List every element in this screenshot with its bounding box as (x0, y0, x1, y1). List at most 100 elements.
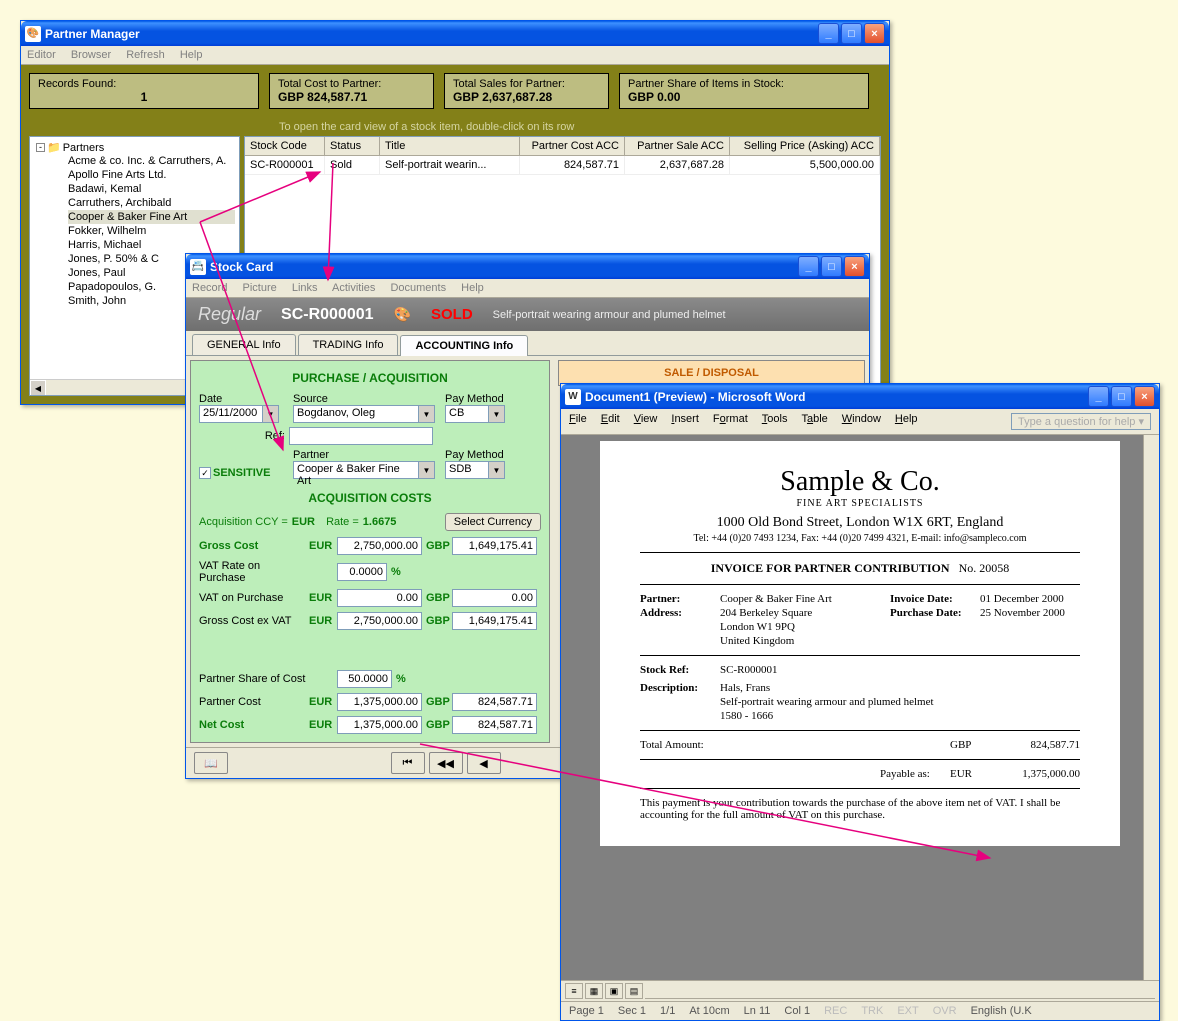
view-normal-icon[interactable]: ≡ (565, 983, 583, 999)
view-outline-icon[interactable]: ▤ (625, 983, 643, 999)
nav-prev-button[interactable]: ◀ (467, 752, 501, 774)
partner-label: Partner: (640, 593, 720, 605)
tab-trading[interactable]: TRADING Info (298, 334, 399, 355)
maximize-button[interactable]: □ (1111, 386, 1132, 407)
partner-input[interactable]: Cooper & Baker Fine Art▼ (293, 461, 435, 479)
pshare-input[interactable] (337, 670, 392, 688)
chevron-down-icon[interactable]: ▼ (419, 461, 435, 479)
word-document-area[interactable]: Sample & Co. FINE ART SPECIALISTS 1000 O… (561, 435, 1159, 980)
tree-root-label[interactable]: Partners (63, 142, 105, 154)
pcost-gbp-input[interactable] (452, 693, 537, 711)
menu-picture[interactable]: Picture (243, 282, 277, 294)
date-input[interactable]: 25/11/2000▼ (199, 405, 279, 423)
menu-edit[interactable]: Edit (601, 413, 620, 430)
col-status[interactable]: Status (325, 137, 380, 155)
tree-collapse-icon[interactable]: - (36, 143, 45, 152)
col-partner-cost[interactable]: Partner Cost ACC (520, 137, 625, 155)
menu-file[interactable]: File (569, 413, 587, 430)
menu-refresh[interactable]: Refresh (126, 49, 165, 61)
menu-help[interactable]: Help (180, 49, 203, 61)
menu-window[interactable]: Window (842, 413, 881, 430)
menu-help[interactable]: Help (461, 282, 484, 294)
menu-table[interactable]: Table (801, 413, 827, 430)
nav-first-button[interactable]: ⏮ (391, 752, 425, 774)
tree-item[interactable]: Apollo Fine Arts Ltd. (68, 168, 235, 182)
sensitive-checkbox[interactable]: ✓ (199, 467, 211, 479)
acq-ccy-value: EUR (292, 516, 315, 528)
tree-item[interactable]: Carruthers, Archibald (68, 196, 235, 210)
minimize-button[interactable]: _ (1088, 386, 1109, 407)
menu-help[interactable]: Help (895, 413, 918, 430)
minimize-button[interactable]: _ (818, 23, 839, 44)
tree-item[interactable]: Badawi, Kemal (68, 182, 235, 196)
select-currency-button[interactable]: Select Currency (445, 513, 541, 531)
grid-row[interactable]: SC-R000001 Sold Self-portrait wearin... … (245, 156, 880, 175)
word-titlebar[interactable]: W Document1 (Preview) - Microsoft Word _… (561, 384, 1159, 409)
sc-titlebar[interactable]: 📇 Stock Card _ □ × (186, 254, 869, 279)
minimize-button[interactable]: _ (798, 256, 819, 277)
records-found-box: Records Found: 1 (29, 73, 259, 109)
gross-ex-eur-input[interactable] (337, 612, 422, 630)
maximize-button[interactable]: □ (821, 256, 842, 277)
status-ovr: OVR (933, 1005, 957, 1017)
view-web-icon[interactable]: ▦ (585, 983, 603, 999)
menu-view[interactable]: View (634, 413, 658, 430)
share-value: GBP 0.00 (628, 90, 860, 104)
scroll-left-icon[interactable]: ◀ (30, 380, 46, 396)
menu-insert[interactable]: Insert (671, 413, 699, 430)
pct-label: % (396, 673, 406, 685)
vat-rate-input[interactable] (337, 563, 387, 581)
acq-rate-value: 1.6675 (363, 516, 397, 528)
col-title[interactable]: Title (380, 137, 520, 155)
vertical-scrollbar[interactable] (1143, 435, 1159, 980)
net-eur-input[interactable] (337, 716, 422, 734)
chevron-down-icon[interactable]: ▼ (263, 405, 279, 423)
vat-on-gbp-input[interactable] (452, 589, 537, 607)
tab-general[interactable]: GENERAL Info (192, 334, 296, 355)
grid-header: Stock Code Status Title Partner Cost ACC… (245, 137, 880, 156)
pcost-eur-input[interactable] (337, 693, 422, 711)
share-label: Partner Share of Items in Stock: (628, 78, 860, 90)
folder-icon: 📁 (47, 141, 61, 154)
nav-prevpage-button[interactable]: ◀◀ (429, 752, 463, 774)
net-gbp-input[interactable] (452, 716, 537, 734)
payable-value: 1,375,000.00 (1000, 768, 1080, 780)
close-button[interactable]: × (1134, 386, 1155, 407)
gross-cost-gbp-input[interactable] (452, 537, 537, 555)
menu-editor[interactable]: Editor (27, 49, 56, 61)
book-icon[interactable]: 📖 (194, 752, 228, 774)
menu-record[interactable]: Record (192, 282, 227, 294)
chevron-down-icon[interactable]: ▼ (489, 405, 505, 423)
chevron-down-icon[interactable]: ▼ (489, 461, 505, 479)
menu-browser[interactable]: Browser (71, 49, 111, 61)
menu-documents[interactable]: Documents (390, 282, 446, 294)
col-partner-sale[interactable]: Partner Sale ACC (625, 137, 730, 155)
paymethod1-input[interactable]: CB▼ (445, 405, 505, 423)
menu-format[interactable]: Format (713, 413, 748, 430)
sc-title: Stock Card (210, 260, 273, 274)
paymethod2-input[interactable]: SDB▼ (445, 461, 505, 479)
vat-on-eur-input[interactable] (337, 589, 422, 607)
status-ext: EXT (897, 1005, 918, 1017)
tree-item[interactable]: Cooper & Baker Fine Art (68, 210, 235, 224)
menu-tools[interactable]: Tools (762, 413, 788, 430)
pm-titlebar[interactable]: 🎨 Partner Manager _ □ × (21, 21, 889, 46)
ref-input[interactable] (289, 427, 433, 445)
tab-accounting[interactable]: ACCOUNTING Info (400, 335, 528, 356)
tree-item[interactable]: Harris, Michael (68, 238, 235, 252)
tree-item[interactable]: Fokker, Wilhelm (68, 224, 235, 238)
col-selling-price[interactable]: Selling Price (Asking) ACC (730, 137, 880, 155)
view-print-icon[interactable]: ▣ (605, 983, 623, 999)
gross-ex-gbp-input[interactable] (452, 612, 537, 630)
maximize-button[interactable]: □ (841, 23, 862, 44)
col-stock-code[interactable]: Stock Code (245, 137, 325, 155)
menu-links[interactable]: Links (292, 282, 318, 294)
ask-question-input[interactable]: Type a question for help ▾ (1011, 413, 1151, 430)
menu-activities[interactable]: Activities (332, 282, 375, 294)
gross-cost-eur-input[interactable] (337, 537, 422, 555)
close-button[interactable]: × (864, 23, 885, 44)
tree-item[interactable]: Acme & co. Inc. & Carruthers, A. (68, 154, 235, 168)
close-button[interactable]: × (844, 256, 865, 277)
chevron-down-icon[interactable]: ▼ (419, 405, 435, 423)
source-input[interactable]: Bogdanov, Oleg▼ (293, 405, 435, 423)
